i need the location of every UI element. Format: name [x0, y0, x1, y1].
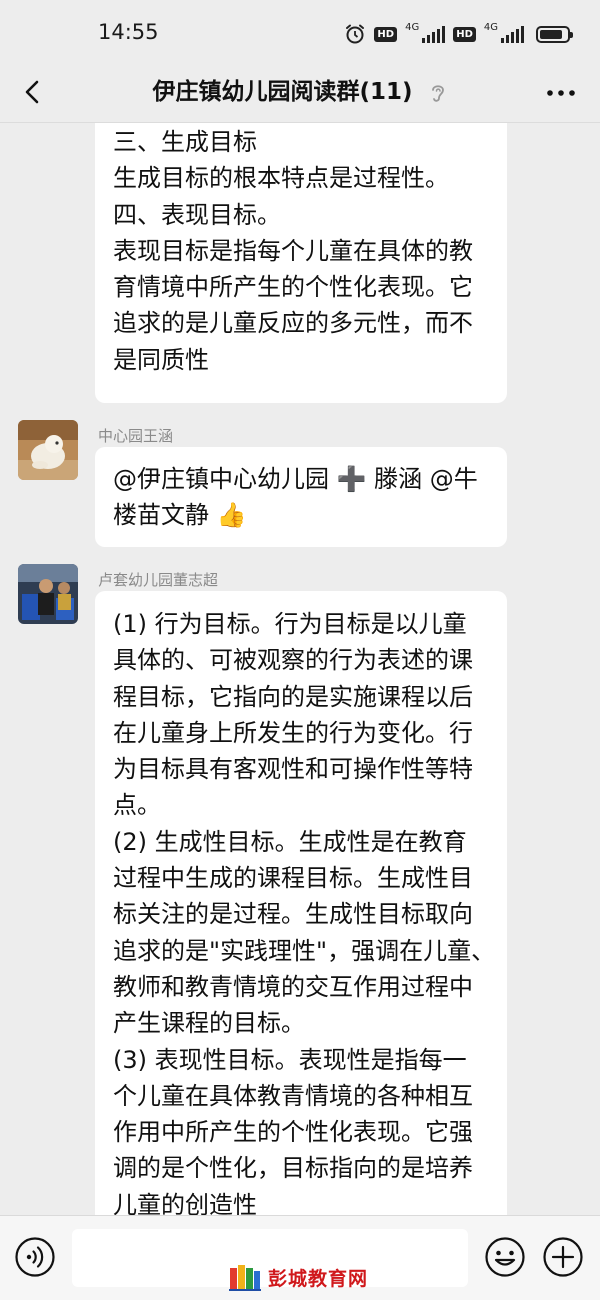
message-line: (3) 表现性目标。表现性是指每一	[113, 1045, 467, 1074]
message-line: 调的是个性化，目标指向的是培养	[113, 1154, 473, 1183]
avatar-photo-image	[18, 564, 78, 624]
message-line: 程目标，它指向的是实施课程以后	[113, 682, 473, 711]
message-line: 点。	[113, 791, 161, 820]
network-label-2: 4G	[483, 21, 498, 33]
message-line: 育情境中所产生的个性化表现。它	[113, 273, 473, 302]
ear-icon	[431, 84, 444, 102]
battery-level	[540, 29, 562, 39]
plus-circle-icon[interactable]	[542, 1236, 584, 1278]
status-time: 14:55	[98, 20, 159, 44]
message-line: 产生课程的目标。	[113, 1009, 305, 1038]
message-line: 标关注的是过程。生成性目标取向	[113, 900, 473, 929]
avatar-dog-image	[18, 420, 78, 480]
message-line: 追求的是儿童反应的多元性，而不	[113, 309, 473, 338]
emoji-icon[interactable]	[484, 1236, 526, 1278]
message-line: 儿童的创造性	[113, 1190, 257, 1215]
nav-title-wrap: 伊庄镇幼儿园阅读群(11)	[0, 72, 600, 106]
message-line: @伊庄镇中心幼儿园 ➕ 滕涵 @牛	[113, 465, 478, 493]
more-dots-icon[interactable]	[544, 78, 578, 108]
message-line: 生成目标的根本特点是过程性。	[113, 164, 449, 193]
message-line: 三、生成目标	[113, 128, 257, 156]
message-line: 作用中所产生的个性化表现。它强	[113, 1118, 473, 1147]
chat-screen: 14:55 HD 4G HD 4G 伊庄镇幼儿园阅读群(11) 三、生成目标 生…	[0, 0, 600, 1300]
message-line: 是同质性	[113, 345, 209, 374]
message-line: 个儿童在具体教青情境的各种相互	[113, 1081, 473, 1110]
watermark-text: 彭城教育网	[268, 1267, 369, 1290]
watermark: 彭城教育网	[228, 1260, 368, 1294]
message-bubble[interactable]: 三、生成目标 生成目标的根本特点是过程性。 四、表现目标。 表现目标是指每个儿童…	[95, 123, 507, 403]
message-line: 教师和教青情境的交互作用过程中	[113, 972, 473, 1001]
chat-area[interactable]: 三、生成目标 生成目标的根本特点是过程性。 四、表现目标。 表现目标是指每个儿童…	[0, 123, 600, 1215]
avatar[interactable]	[18, 420, 78, 480]
nav-bar: 伊庄镇幼儿园阅读群(11)	[0, 64, 600, 123]
message-line: (2) 生成性目标。生成性是在教育	[113, 827, 467, 856]
signal-icon-1	[422, 25, 446, 43]
message-bubble[interactable]: @伊庄镇中心幼儿园 ➕ 滕涵 @牛 楼苗文静 👍	[95, 447, 507, 547]
hd-badge-2: HD	[453, 26, 476, 42]
battery-icon	[536, 25, 573, 43]
message-line: 过程中生成的课程目标。生成性目	[113, 864, 473, 893]
alarm-icon	[346, 24, 365, 44]
message-line: 为目标具有客观性和可操作性等特	[113, 755, 473, 784]
voice-icon[interactable]	[14, 1236, 56, 1278]
hd-badge-1: HD	[374, 26, 398, 42]
network-label-1: 4G	[405, 21, 420, 33]
message-line: 在儿童身上所发生的行为变化。行	[113, 718, 473, 747]
status-icons: HD 4G HD 4G	[344, 20, 573, 48]
page-title: 伊庄镇幼儿园阅读群(11)	[152, 79, 413, 105]
books-logo-icon	[229, 1265, 261, 1291]
signal-icon-2	[501, 25, 524, 43]
message-bubble[interactable]: (1) 行为目标。行为目标是以儿童 具体的、可被观察的行为表述的课 程目标，它指…	[95, 591, 507, 1215]
sender-name: 卢套幼儿园董志超	[98, 571, 219, 589]
message-line: 具体的、可被观察的行为表述的课	[113, 646, 473, 675]
status-bar: 14:55 HD 4G HD 4G	[0, 0, 600, 64]
message-line: 四、表现目标。	[113, 200, 281, 229]
message-line: 追求的是"实践理性"，强调在儿童、	[113, 936, 496, 965]
sender-name: 中心园王涵	[98, 427, 174, 445]
message-line: 楼苗文静 👍	[113, 501, 247, 530]
message-line: 表现目标是指每个儿童在具体的教	[113, 236, 473, 265]
avatar[interactable]	[18, 564, 78, 624]
message-line: (1) 行为目标。行为目标是以儿童	[113, 610, 467, 638]
